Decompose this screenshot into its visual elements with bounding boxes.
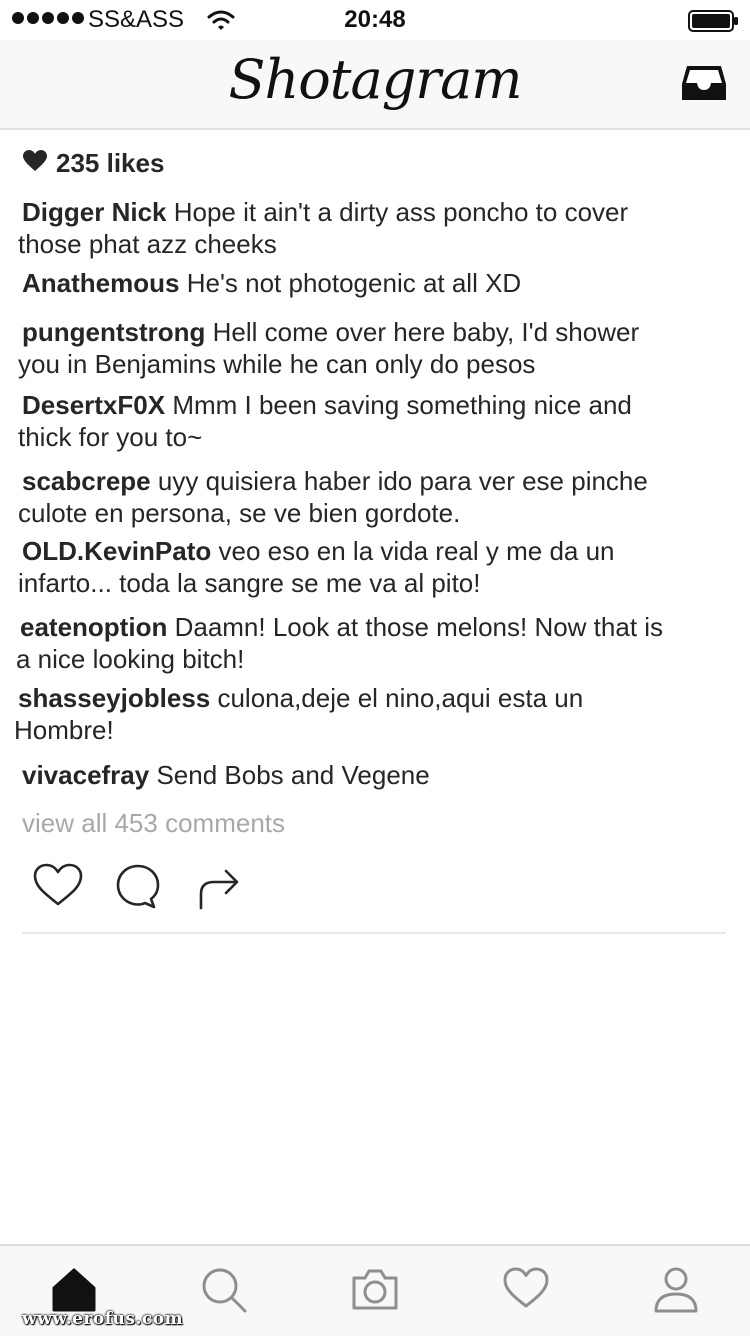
comment: shasseyjobless culona,deje el nino,aqui …	[18, 682, 583, 714]
heart-filled-icon	[22, 149, 48, 178]
comment: Anathemous He's not photogenic at all XD	[22, 267, 521, 299]
comment: OLD.KevinPato veo eso en la vida real y …	[22, 535, 615, 567]
view-all-comments-link[interactable]: view all 453 comments	[22, 808, 285, 839]
profile-icon[interactable]	[652, 1266, 700, 1319]
comment-username[interactable]: Digger Nick	[22, 197, 167, 227]
comment-text: Hell come over here baby, I'd shower	[212, 317, 640, 347]
comment-text: He's not photogenic at all XD	[186, 268, 522, 298]
comment-continuation: culote en persona, se ve bien gordote.	[18, 498, 461, 528]
share-arrow-icon[interactable]	[196, 862, 242, 915]
comment-username[interactable]: Anathemous	[22, 268, 179, 298]
comment-text: Daamn! Look at those melons! Now that is	[174, 612, 664, 642]
watermark: www.erofus.com	[22, 1309, 184, 1329]
comment-text: Mmm I been saving something nice and	[172, 390, 632, 420]
likes-count[interactable]: 235 likes	[22, 148, 164, 179]
comment: DesertxF0X Mmm I been saving something n…	[22, 389, 632, 421]
comment-username[interactable]: scabcrepe	[22, 466, 151, 496]
comment-continuation: those phat azz cheeks	[18, 229, 277, 259]
comment-username[interactable]: eatenoption	[20, 612, 167, 642]
comment-username[interactable]: pungentstrong	[22, 317, 205, 347]
post-divider	[22, 932, 726, 934]
comment: scabcrepe uyy quisiera haber ido para ve…	[22, 465, 648, 497]
comment-continuation: Hombre!	[14, 715, 114, 745]
comment-continuation: thick for you to~	[18, 422, 203, 452]
comment-text: Hope it ain't a dirty ass poncho to cove…	[173, 197, 629, 227]
comment-text: Send Bobs and Vegene	[149, 760, 430, 790]
inbox-icon[interactable]	[680, 62, 728, 109]
comment: Digger Nick Hope it ain't a dirty ass po…	[22, 196, 628, 228]
comment-username[interactable]: DesertxF0X	[22, 390, 165, 420]
comment-continuation: infarto... toda la sangre se me va al pi…	[18, 568, 481, 598]
comment-text: culona,deje el nino,aqui esta un	[217, 683, 584, 713]
comment-continuation: a nice looking bitch!	[16, 644, 245, 674]
nav-bar: Shotagram	[0, 40, 750, 130]
comment: vivacefray Send Bobs and Vegene	[22, 759, 430, 791]
comment: pungentstrong Hell come over here baby, …	[22, 316, 639, 348]
camera-icon[interactable]	[350, 1266, 400, 1317]
comment-username[interactable]: shasseyjobless	[18, 683, 210, 713]
likes-label: 235 likes	[56, 148, 165, 178]
app-logo: Shotagram	[228, 48, 523, 111]
battery-icon	[688, 10, 740, 37]
comment-continuation: you in Benjamins while he can only do pe…	[18, 349, 536, 379]
comment-username[interactable]: vivacefray	[22, 760, 149, 790]
status-bar: SS&ASS 20:48	[0, 0, 750, 40]
comment-bubble-icon[interactable]	[114, 862, 162, 915]
post-actions	[30, 862, 290, 914]
clock: 20:48	[344, 6, 406, 33]
heart-icon[interactable]	[502, 1266, 550, 1315]
comment-text: veo eso en la vida real y me da un	[218, 536, 615, 566]
comment-text: uyy quisiera haber ido para ver ese pinc…	[157, 466, 648, 496]
search-icon[interactable]	[200, 1266, 248, 1319]
comment-username[interactable]: OLD.KevinPato	[22, 536, 211, 566]
like-heart-icon[interactable]	[32, 862, 84, 913]
comment: eatenoption Daamn! Look at those melons!…	[20, 611, 663, 643]
